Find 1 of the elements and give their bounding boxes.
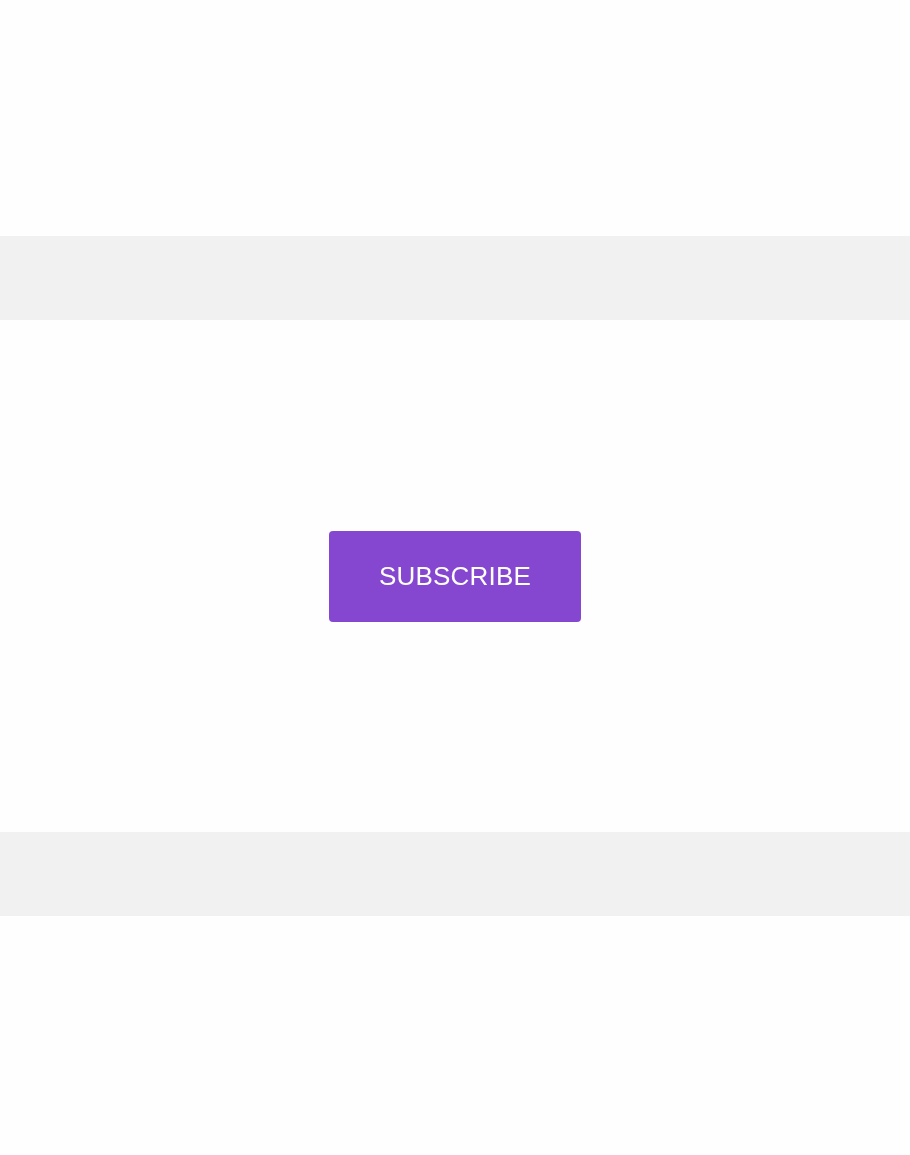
subscribe-button[interactable]: SUBSCRIBE [329,530,581,622]
